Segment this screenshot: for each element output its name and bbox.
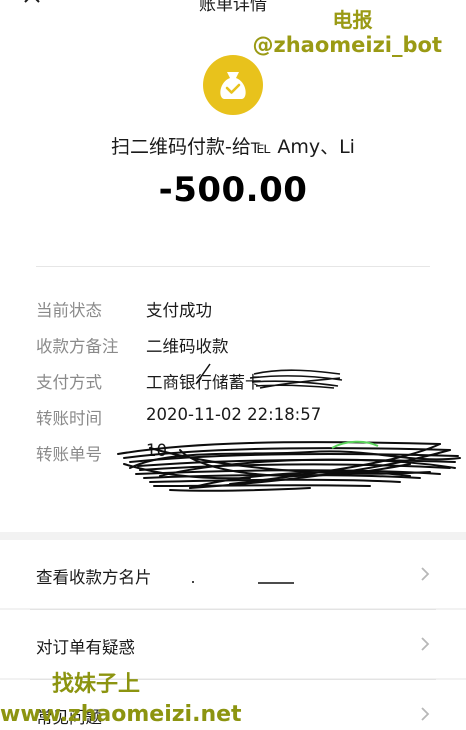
chevron-right-icon bbox=[421, 707, 430, 721]
list-item-label: 对订单有疑惑 bbox=[36, 638, 135, 657]
payment-amount: -500.00 bbox=[158, 170, 308, 210]
stray-mark bbox=[192, 581, 294, 584]
detail-value[interactable]: 10 bbox=[146, 441, 167, 460]
watermark-line: @zhaomeizi_bot bbox=[252, 33, 442, 57]
watermark-line: 找妹子上 bbox=[52, 672, 141, 697]
watermark: 找妹子上 www.zhaomeizi.net bbox=[0, 666, 260, 727]
detail-label: 支付方式 bbox=[36, 373, 102, 392]
money-bag-check-icon bbox=[203, 55, 263, 115]
list-item-label: 查看收款方名片 bbox=[36, 568, 152, 587]
watermark-line: www.zhaomeizi.net bbox=[0, 702, 242, 727]
chevron-right-icon bbox=[421, 567, 430, 581]
watermark: 电报 @zhaomeizi_bot bbox=[252, 4, 442, 57]
payment-title: 扫二维码付款-给℡ Amy、Li bbox=[111, 136, 355, 158]
detail-value: 2020-11-02 22:18:57 bbox=[146, 405, 322, 424]
detail-label: 转账单号 bbox=[36, 445, 102, 464]
detail-value: 支付成功 bbox=[146, 301, 212, 320]
detail-value: 二维码收款 bbox=[146, 337, 229, 356]
divider bbox=[36, 266, 430, 267]
detail-label: 当前状态 bbox=[36, 301, 102, 320]
detail-value: 工商银行储蓄卡 bbox=[146, 373, 262, 392]
detail-label: 收款方备注 bbox=[36, 337, 119, 356]
chevron-right-icon bbox=[421, 637, 430, 651]
view-payee-card-item[interactable]: 查看收款方名片 bbox=[0, 540, 466, 608]
detail-label: 转账时间 bbox=[36, 409, 102, 428]
watermark-line: 电报 bbox=[332, 8, 373, 32]
